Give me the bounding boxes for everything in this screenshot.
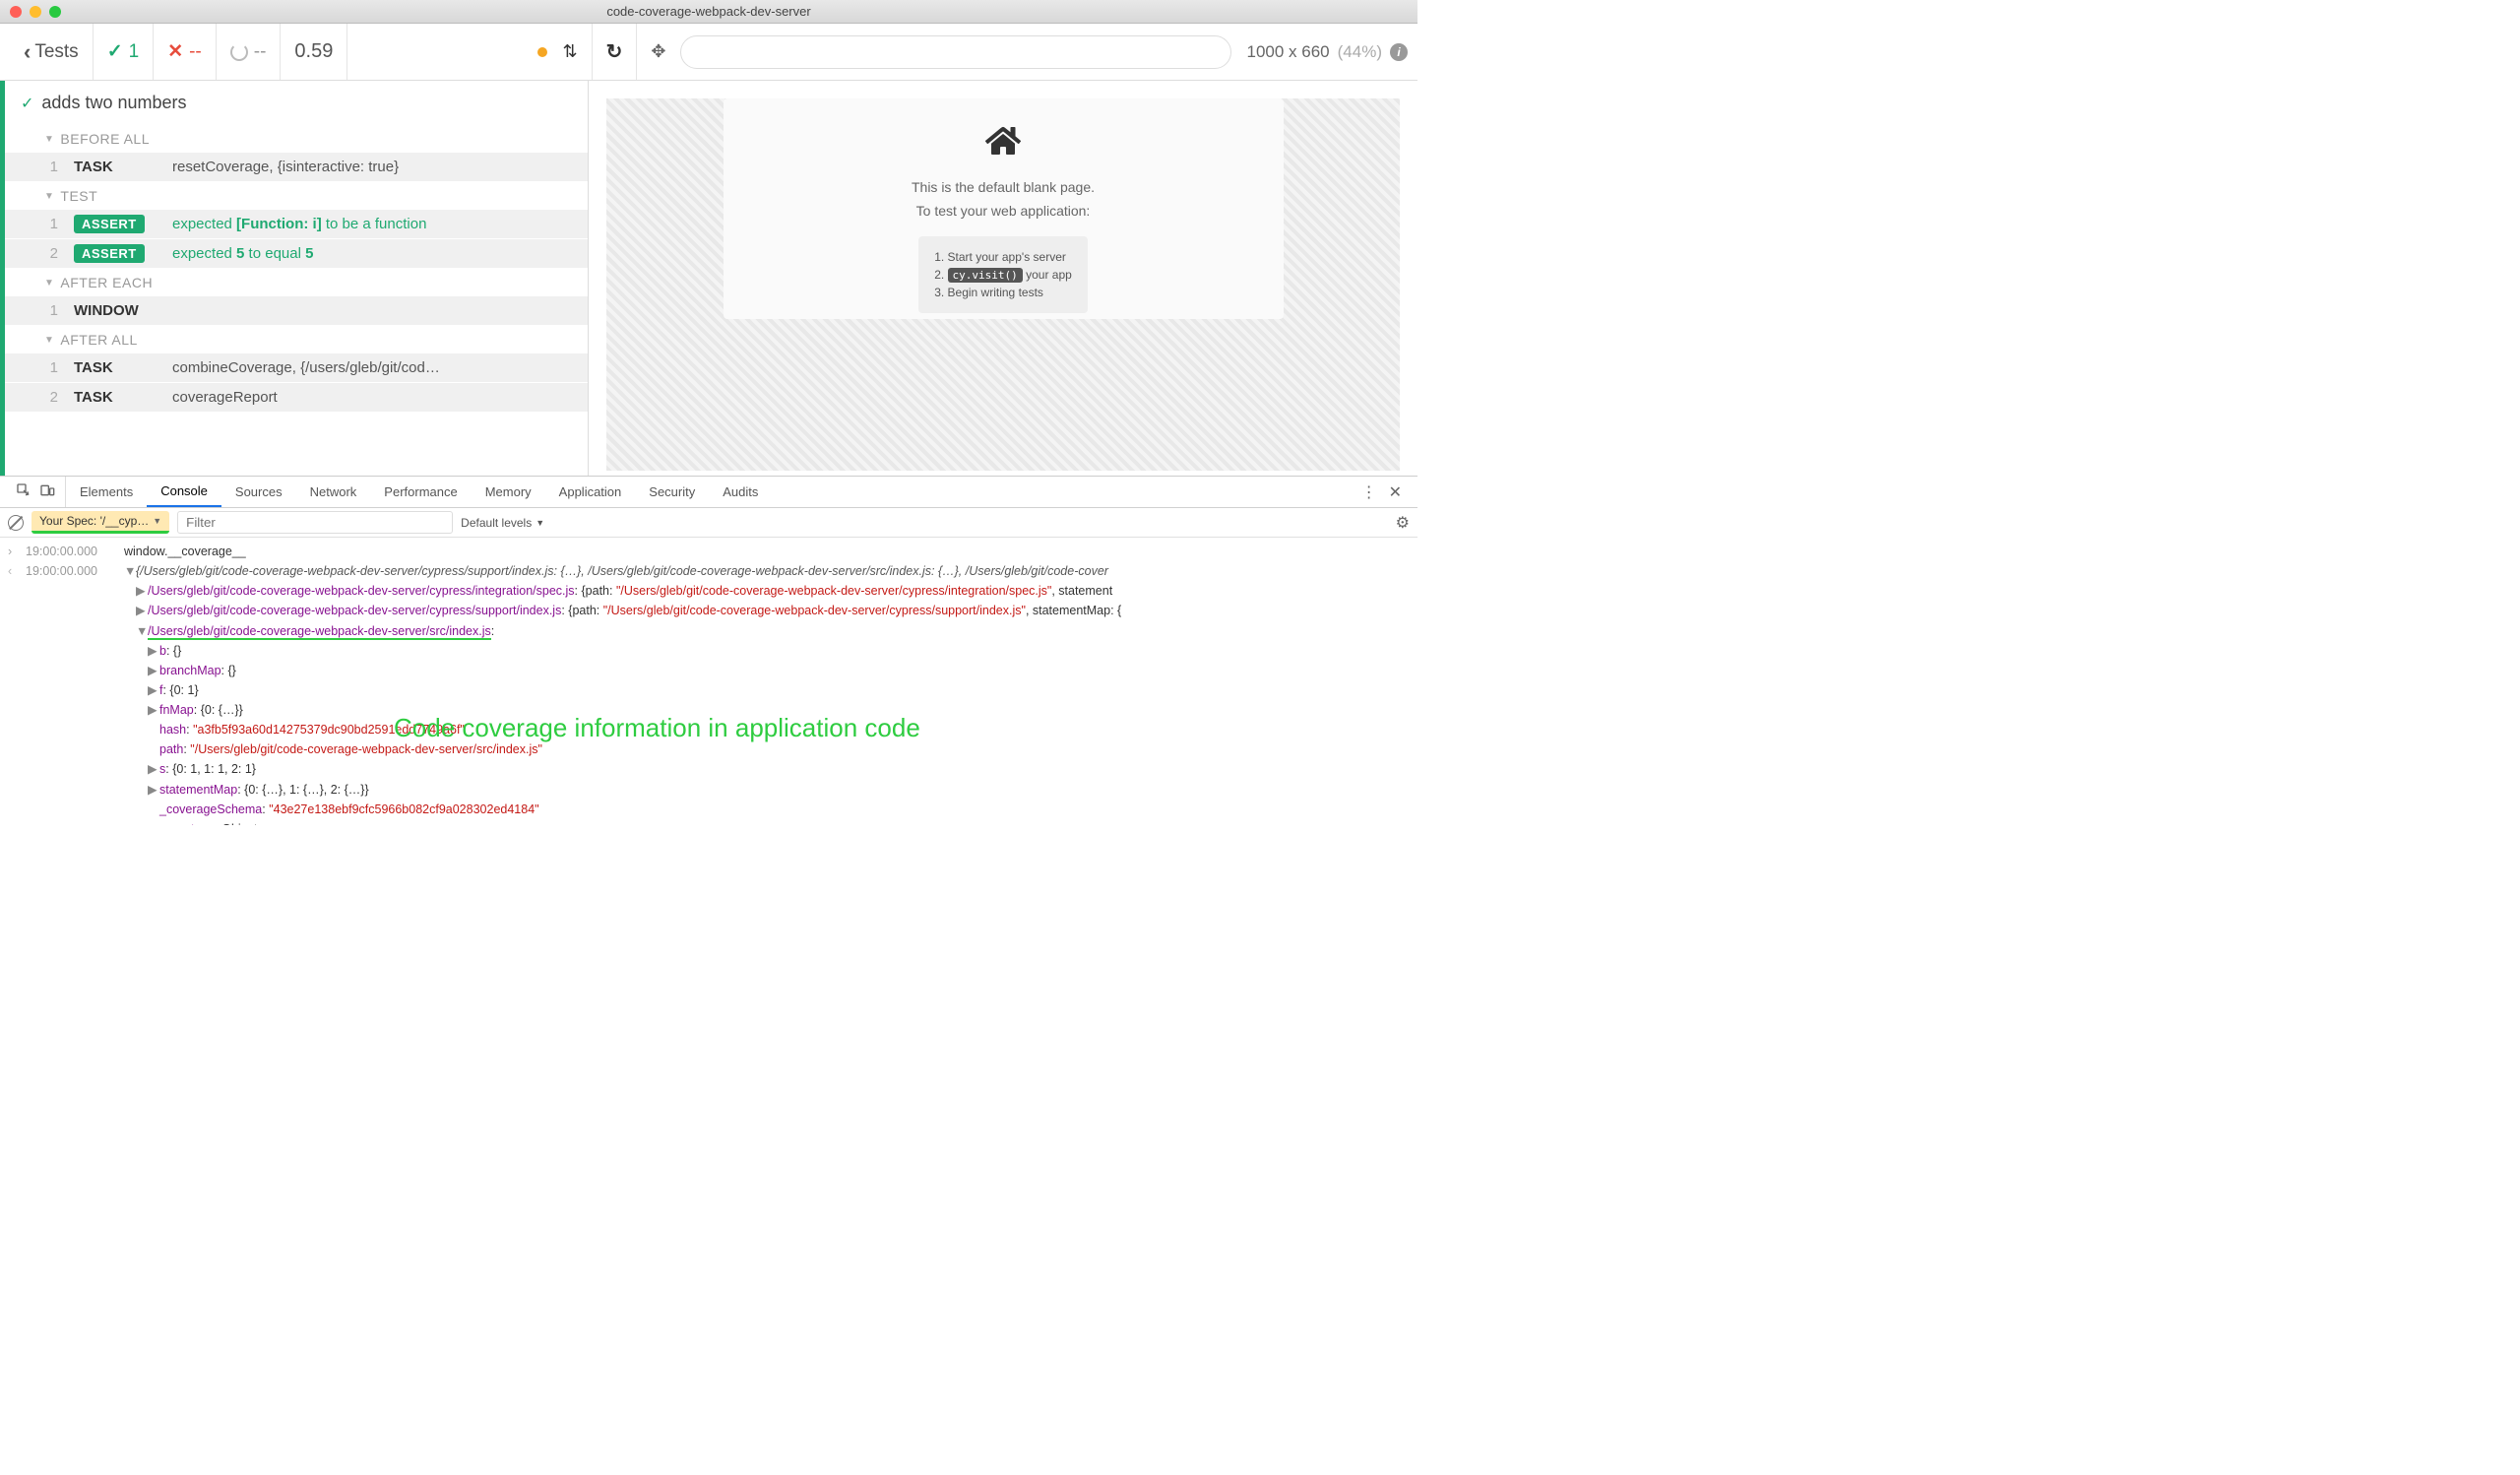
filter-input[interactable] (177, 511, 453, 534)
command-row[interactable]: 2 ASSERT expected 5 to equal 5 (5, 239, 588, 269)
chevron-down-icon: ▼ (44, 134, 54, 145)
assert-badge: ASSERT (74, 244, 145, 263)
home-icon (985, 124, 1021, 165)
result-icon: ‹ (8, 562, 26, 580)
tab-sources[interactable]: Sources (221, 477, 296, 507)
step-3: Begin writing tests (934, 284, 1072, 301)
context-selector[interactable]: Your Spec: '/__cyp… ▼ (32, 511, 169, 534)
tab-elements[interactable]: Elements (66, 477, 147, 507)
console-toolbar: Your Spec: '/__cyp… ▼ Default levels ▼ ⚙ (0, 508, 1418, 538)
devtools-tabs: Elements Console Sources Network Perform… (0, 477, 1418, 508)
step-1: Start your app's server (934, 248, 1072, 266)
tab-security[interactable]: Security (635, 477, 709, 507)
reload-icon[interactable]: ↻ (606, 39, 623, 64)
clear-console-icon[interactable] (8, 515, 24, 531)
prompt-icon: › (8, 543, 26, 560)
failed-count: ✕ -- (167, 40, 202, 63)
tab-network[interactable]: Network (296, 477, 371, 507)
hook-test[interactable]: ▼TEST (5, 182, 588, 210)
devtools-panel: Elements Console Sources Network Perform… (0, 476, 1418, 825)
steps-box: Start your app's server cy.visit() your … (918, 236, 1088, 313)
command-row[interactable]: 1 ASSERT expected [Function: i] to be a … (5, 210, 588, 239)
passed-count: ✓ 1 (107, 40, 140, 63)
chevron-down-icon: ▼ (44, 335, 54, 346)
device-toolbar-icon[interactable] (39, 482, 55, 501)
kebab-menu-icon[interactable]: ⋮ (1361, 482, 1377, 502)
console-output[interactable]: › 19:00:00.000 window.__coverage__ ‹ 19:… (0, 538, 1418, 825)
command-row[interactable]: 1 TASK combineCoverage, {/users/gleb/git… (5, 353, 588, 383)
tab-performance[interactable]: Performance (370, 477, 471, 507)
close-window-button[interactable] (10, 6, 22, 18)
x-icon: ✕ (167, 40, 183, 63)
titlebar: code-coverage-webpack-dev-server (0, 0, 1418, 24)
tab-memory[interactable]: Memory (472, 477, 545, 507)
check-icon: ✓ (21, 94, 33, 113)
tab-audits[interactable]: Audits (709, 477, 772, 507)
test-title: adds two numbers (41, 93, 186, 113)
app-under-test-panel: This is the default blank page. To test … (589, 81, 1418, 476)
command-row[interactable]: 1 WINDOW (5, 296, 588, 326)
close-icon[interactable]: ✕ (1389, 482, 1402, 502)
url-input[interactable] (680, 35, 1231, 69)
tab-application[interactable]: Application (545, 477, 636, 507)
sort-arrows-icon[interactable]: ⇅ (563, 41, 578, 62)
tab-console[interactable]: Console (147, 477, 221, 507)
pending-count: -- (230, 41, 267, 63)
back-label: Tests (34, 41, 78, 63)
blank-page-subtext: To test your web application: (916, 203, 1091, 219)
blank-page-text: This is the default blank page. (912, 179, 1095, 195)
check-icon: ✓ (107, 40, 123, 63)
chevron-down-icon: ▼ (536, 518, 544, 528)
command-row[interactable]: 2 TASK coverageReport (5, 383, 588, 413)
annotation-overlay: Code coverage information in application… (394, 713, 920, 743)
window-title: code-coverage-webpack-dev-server (606, 4, 810, 19)
status-dot-icon (537, 47, 547, 57)
test-reporter: ✓ adds two numbers ▼BEFORE ALL 1 TASK re… (0, 81, 589, 476)
duration: 0.59 (294, 40, 333, 63)
viewport-info: 1000 x 660 (44%) i (1247, 42, 1409, 62)
info-icon[interactable]: i (1390, 43, 1408, 61)
maximize-window-button[interactable] (49, 6, 61, 18)
minimize-window-button[interactable] (30, 6, 41, 18)
hook-after-all[interactable]: ▼AFTER ALL (5, 326, 588, 353)
chevron-down-icon: ▼ (153, 516, 161, 526)
hook-after-each[interactable]: ▼AFTER EACH (5, 269, 588, 296)
chevron-down-icon: ▼ (44, 278, 54, 289)
spinner-icon (230, 43, 248, 61)
inspect-element-icon[interactable] (16, 482, 32, 501)
log-levels-selector[interactable]: Default levels ▼ (461, 516, 544, 530)
chevron-left-icon: ‹ (24, 39, 31, 65)
selector-playground-icon[interactable]: ✥ (651, 41, 665, 62)
test-header[interactable]: ✓ adds two numbers (5, 81, 588, 125)
step-2: cy.visit() your app (934, 266, 1072, 284)
assert-badge: ASSERT (74, 215, 145, 233)
gear-icon[interactable]: ⚙ (1396, 513, 1410, 533)
chevron-down-icon: ▼ (44, 191, 54, 202)
cypress-toolbar: ‹ Tests ✓ 1 ✕ -- -- 0.59 (0, 24, 1418, 81)
blank-page-card: This is the default blank page. To test … (724, 98, 1284, 319)
back-to-tests[interactable]: ‹ Tests (24, 39, 79, 65)
hook-before-all[interactable]: ▼BEFORE ALL (5, 125, 588, 153)
command-row[interactable]: 1 TASK resetCoverage, {isinteractive: tr… (5, 153, 588, 182)
